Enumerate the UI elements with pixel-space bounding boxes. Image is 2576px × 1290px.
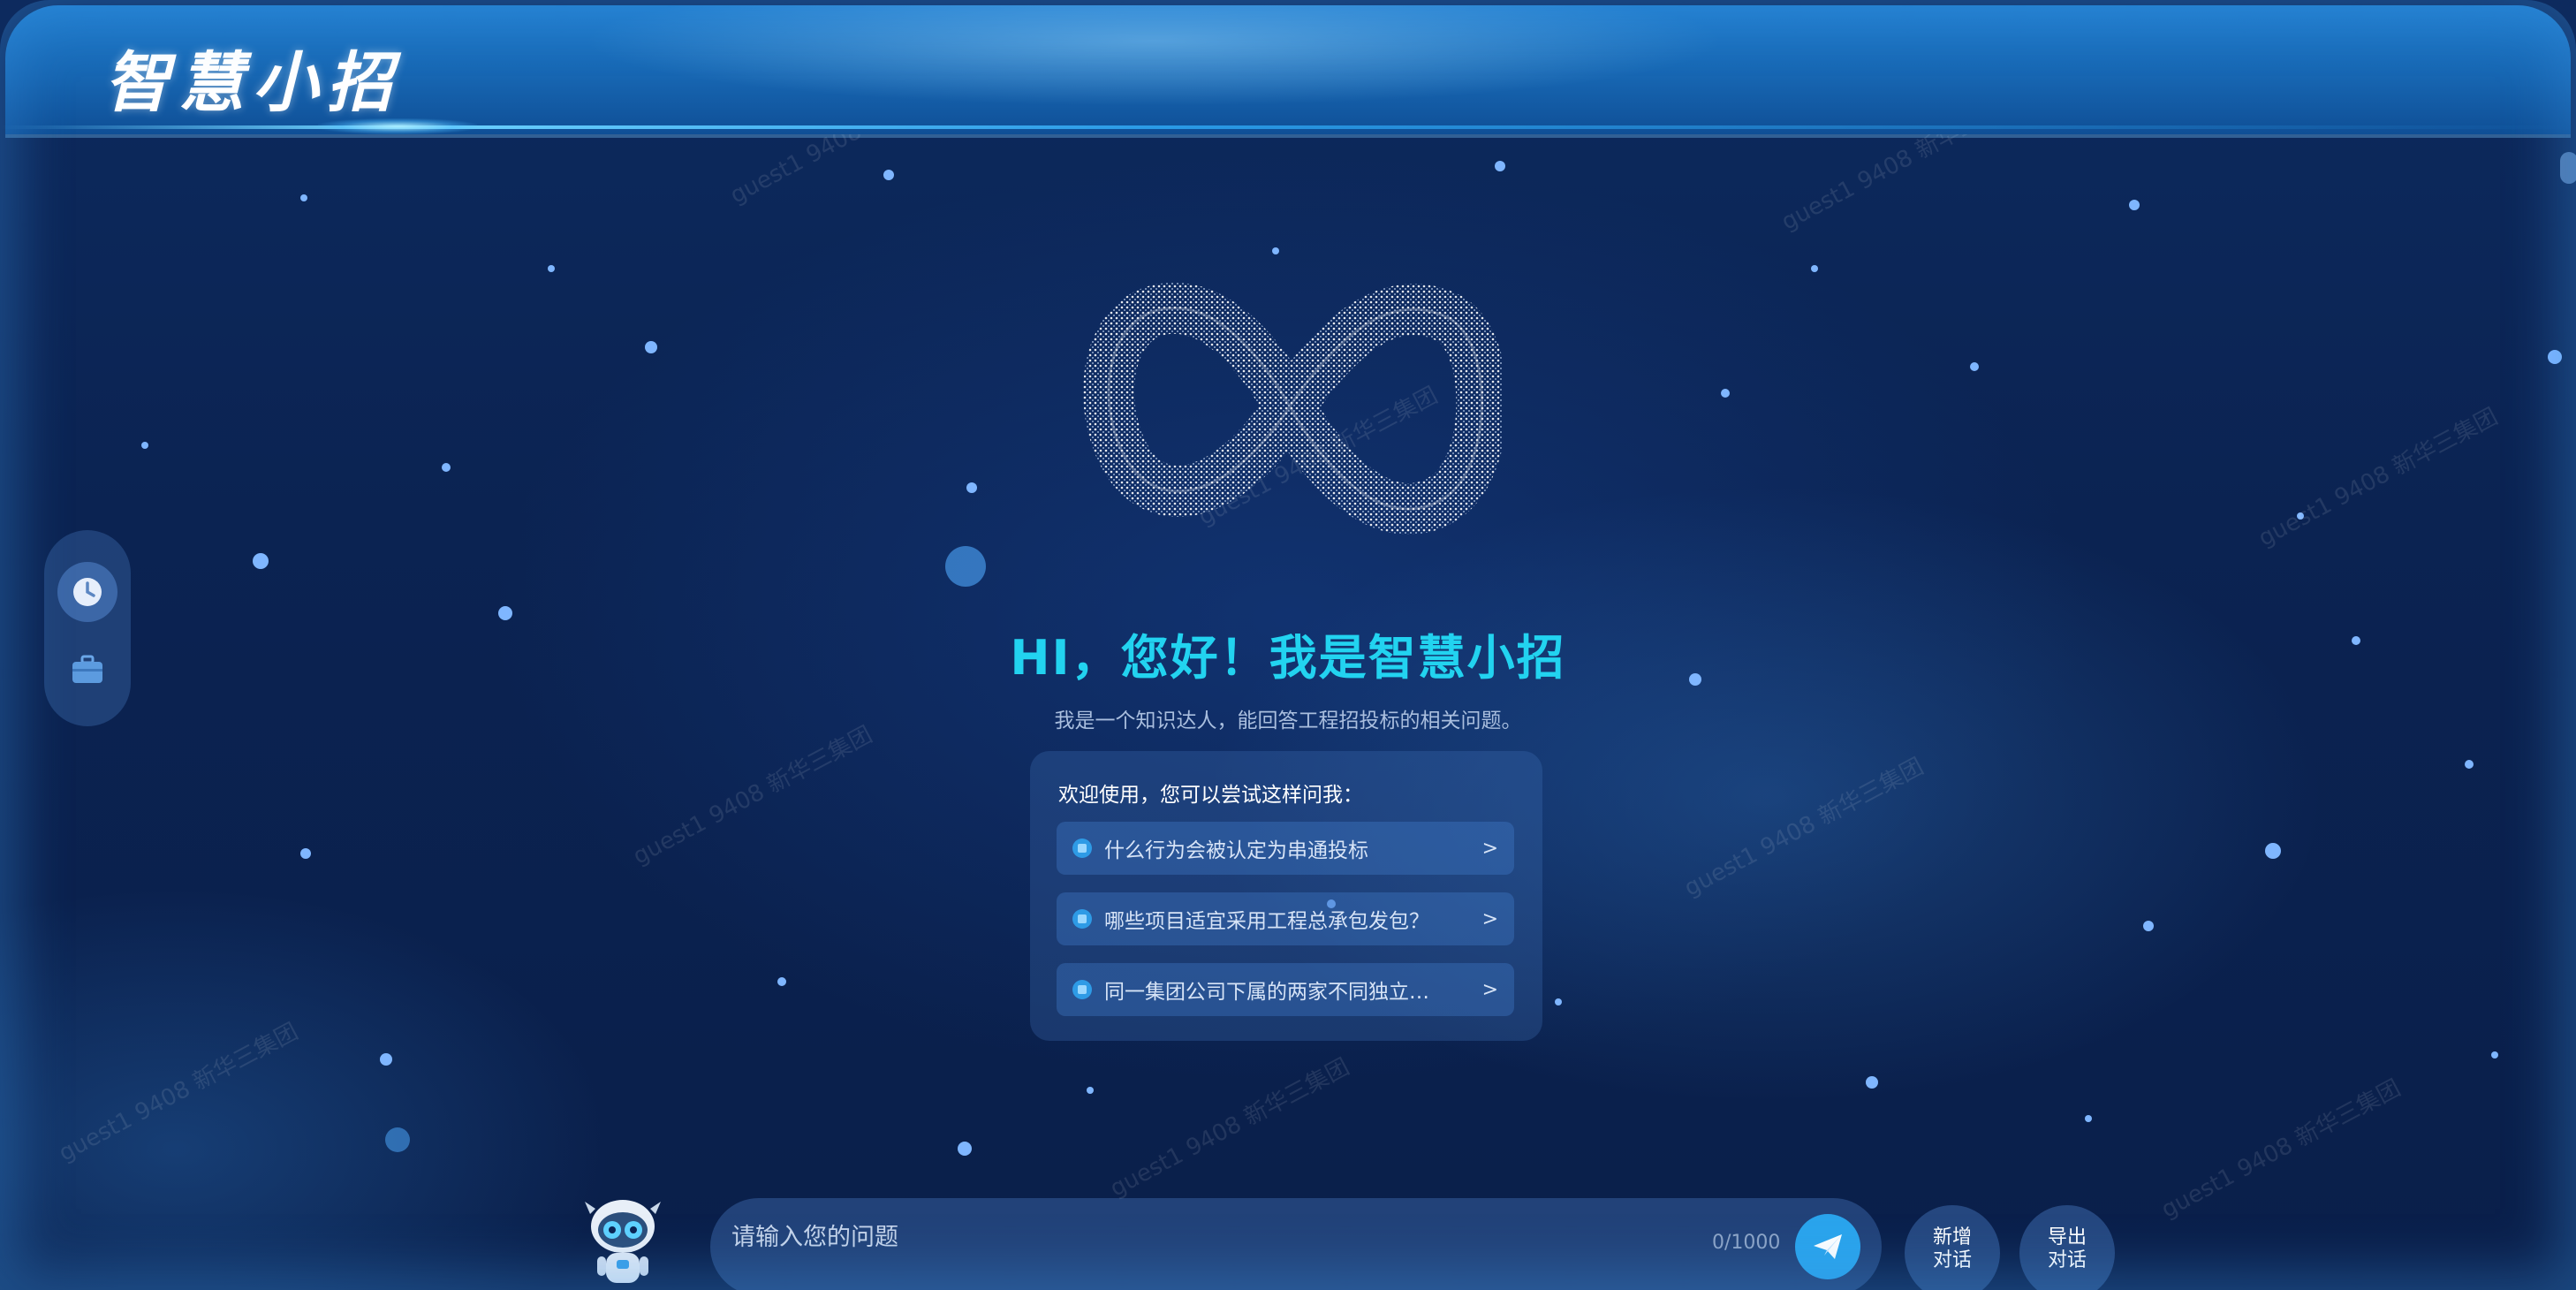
header-glow xyxy=(318,118,477,134)
suggestion-text: 同一集团公司下属的两家不同独立… xyxy=(1104,981,1429,1004)
question-icon xyxy=(1072,980,1092,999)
star xyxy=(300,194,307,201)
star xyxy=(385,1127,410,1152)
star xyxy=(883,170,894,180)
star xyxy=(2548,350,2562,364)
star xyxy=(1087,1087,1094,1094)
infinity-logo xyxy=(1083,282,1502,535)
chevron-right-icon: > xyxy=(1481,907,1498,930)
question-icon xyxy=(1072,909,1092,929)
char-counter: 0/1000 xyxy=(1712,1232,1781,1254)
watermark: guest1 9408 新华三集团 xyxy=(1679,753,1928,902)
star xyxy=(442,463,451,472)
star xyxy=(1495,161,1505,171)
star xyxy=(645,341,657,353)
star xyxy=(2265,843,2281,859)
suggestion-card: 欢迎使用，您可以尝试这样问我： 什么行为会被认定为串通投标 > 哪些项目适宜采用… xyxy=(1030,751,1542,1041)
watermark: guest1 9408 新华三集团 xyxy=(628,721,877,870)
suggestion-text: 哪些项目适宜采用工程总承包发包？ xyxy=(1104,910,1429,933)
star xyxy=(2143,921,2154,931)
new-chat-label: 新增对话 xyxy=(1932,1226,1972,1271)
star xyxy=(1272,247,1279,254)
star xyxy=(141,442,148,449)
suggestion-title: 欢迎使用，您可以尝试这样问我： xyxy=(1058,784,1363,807)
star xyxy=(2129,200,2140,210)
watermark: guest1 9408 新华三集团 xyxy=(2156,1074,2406,1224)
star xyxy=(958,1142,972,1156)
history-button[interactable] xyxy=(57,562,117,622)
paper-plane-icon xyxy=(1814,1234,1842,1259)
app-header: 智慧小招 xyxy=(5,5,2571,134)
chevron-right-icon: > xyxy=(1481,978,1498,1001)
question-icon xyxy=(1072,838,1092,858)
suggestion-item[interactable]: 什么行为会被认定为串通投标 > xyxy=(1057,822,1514,875)
star xyxy=(380,1053,392,1066)
star xyxy=(1721,389,1730,398)
app-title: 智慧小招 xyxy=(104,45,401,121)
greeting-subtitle: 我是一个知识达人，能回答工程招投标的相关问题。 xyxy=(1054,710,1522,732)
chevron-right-icon: > xyxy=(1481,837,1498,860)
star xyxy=(1555,998,1562,1005)
star xyxy=(2491,1051,2498,1059)
watermark: guest1 9408 新华三集团 xyxy=(1105,1053,1354,1203)
app-window: guest1 9408 新华三集团 guest1 9408 新华三集团 gues… xyxy=(0,0,2576,1290)
chat-input-bar: 0/1000 xyxy=(710,1198,1882,1290)
star xyxy=(966,482,977,493)
clock-icon xyxy=(73,578,102,606)
star xyxy=(1970,362,1979,371)
suggestion-item[interactable]: 同一集团公司下属的两家不同独立… > xyxy=(1057,963,1514,1016)
star xyxy=(1811,265,1818,272)
export-chat-button[interactable]: 导出对话 xyxy=(2019,1205,2115,1290)
edge-handle[interactable] xyxy=(2560,152,2576,184)
star xyxy=(945,546,986,587)
star xyxy=(777,977,786,986)
send-button[interactable] xyxy=(1795,1214,1860,1279)
watermark: guest1 9408 新华三集团 xyxy=(2254,403,2503,552)
suggestion-item[interactable]: 哪些项目适宜采用工程总承包发包？ > xyxy=(1057,892,1514,945)
question-input[interactable] xyxy=(730,1214,1696,1260)
star xyxy=(253,553,269,569)
new-chat-button[interactable]: 新增对话 xyxy=(1905,1205,2000,1290)
star xyxy=(300,848,311,859)
suggestion-text: 什么行为会被认定为串通投标 xyxy=(1104,839,1368,862)
robot-mascot-icon xyxy=(585,1200,661,1283)
star xyxy=(2085,1115,2092,1122)
export-chat-label: 导出对话 xyxy=(2047,1226,2087,1271)
greeting-title: HI，您好！我是智慧小招 xyxy=(1010,630,1566,686)
watermark: guest1 9408 新华三集团 xyxy=(54,1018,303,1167)
star xyxy=(2465,760,2474,769)
star xyxy=(548,265,555,272)
star xyxy=(1866,1076,1878,1089)
